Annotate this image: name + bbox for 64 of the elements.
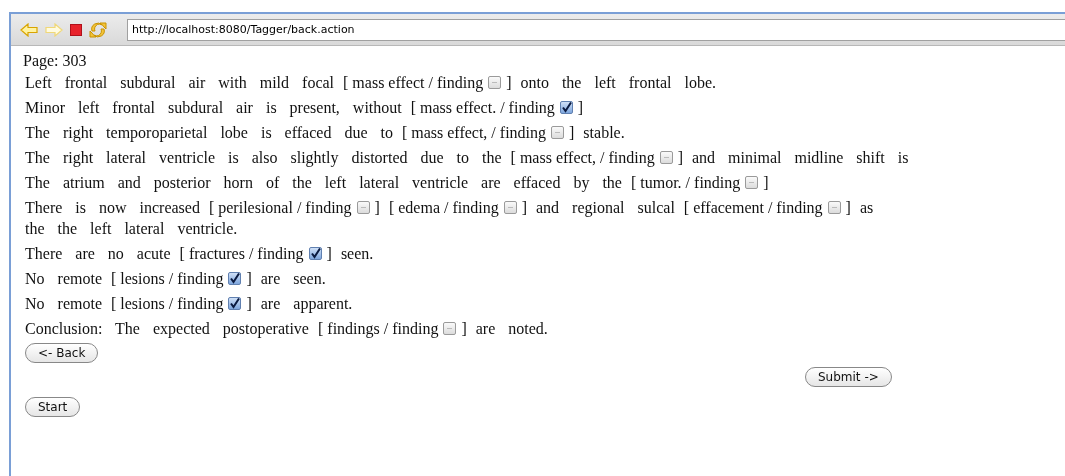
sentence-text: are apparent. [260,294,353,314]
tag-label: [ mass effect. / finding [410,98,555,118]
bracket-text: ] [677,148,683,168]
sentence-text: as [859,198,874,218]
bracket-text: ] [577,98,584,118]
finding-checkbox[interactable] [488,76,502,89]
finding-checkbox[interactable] [559,101,573,114]
submit-button[interactable]: Submit -> [805,367,892,387]
sentence-text: Left frontal subdural air with mild focal [25,73,335,93]
finding-checkbox[interactable] [551,126,565,139]
tag-label: [ fractures / finding [179,244,304,264]
back-arrow-icon[interactable] [20,22,38,37]
start-button[interactable]: Start [25,397,81,417]
sentence-text: stable. [583,123,625,143]
sentence-text: and minimal midline shift is [692,148,909,168]
reload-icon[interactable] [89,21,107,38]
bracket-text: ] [374,198,380,218]
finding-checkbox[interactable] [827,201,841,214]
bracket-text: ] [506,73,512,93]
sentence-text: seen. [340,244,374,264]
tag-label: [ mass effect, / finding [510,148,655,168]
finding-checkbox[interactable] [503,201,517,214]
tag-label: [ mass effect, / finding [401,123,547,143]
tag-label: [ tumor. / finding [630,173,741,193]
tag-label: [ lesions / finding [111,269,224,289]
sentence-text: The atrium and posterior horn of the left lateral ventricle are effaced by the [25,173,622,193]
sentence-text: The right lateral ventricle is also slightly distorted due to the [25,148,502,168]
sentence-text: There are no acute [25,244,171,264]
tag-label: [ effacement / finding [683,198,823,218]
finding-checkbox[interactable] [356,201,370,214]
finding-checkbox[interactable] [443,322,457,335]
tag-label: [ perilesional / finding [208,198,352,218]
sentence-text: No remote [25,269,102,289]
sentence-text: and regional sulcal [536,198,675,218]
sentence-text: The right temporoparietal lobe is effaced due to [25,123,393,143]
bracket-text: ] [461,319,467,339]
finding-checkbox[interactable] [308,247,322,260]
bracket-text: ] [246,269,252,289]
address-field[interactable]: http://localhost:8080/Tagger/back.action [127,18,1065,41]
tag-label: [ findings / finding [317,319,439,339]
back-button[interactable]: <- Back [25,343,99,363]
tag-label: [ lesions / finding [111,294,224,314]
finding-checkbox[interactable] [228,297,242,310]
bracket-text: ] [763,173,769,193]
page-number: Page: 303 [23,52,88,72]
finding-checkbox[interactable] [745,176,759,189]
bracket-text: ] [246,294,252,314]
sentence-text: are seen. [260,269,326,289]
sentence-text: the the left lateral ventricle. [25,219,238,239]
sentence-text: are noted. [475,319,548,339]
sentence-text: Minor left frontal subdural air is present, without [25,98,402,118]
sentence-text: Conclusion: The expected postoperative [25,319,309,339]
sentence-text: onto the left frontal lobe. [520,73,716,93]
bracket-text: ] [569,123,575,143]
finding-checkbox[interactable] [659,151,673,164]
bracket-text: ] [326,244,332,264]
sentence-text: No remote [25,294,102,314]
finding-checkbox[interactable] [228,272,242,285]
tag-label: [ mass effect / finding [343,73,484,93]
bracket-text: ] [845,198,851,218]
sentence-text: There is now increased [25,198,200,218]
stop-icon[interactable] [70,23,82,36]
bracket-text: ] [521,198,527,218]
tag-label: [ edema / finding [388,198,499,218]
